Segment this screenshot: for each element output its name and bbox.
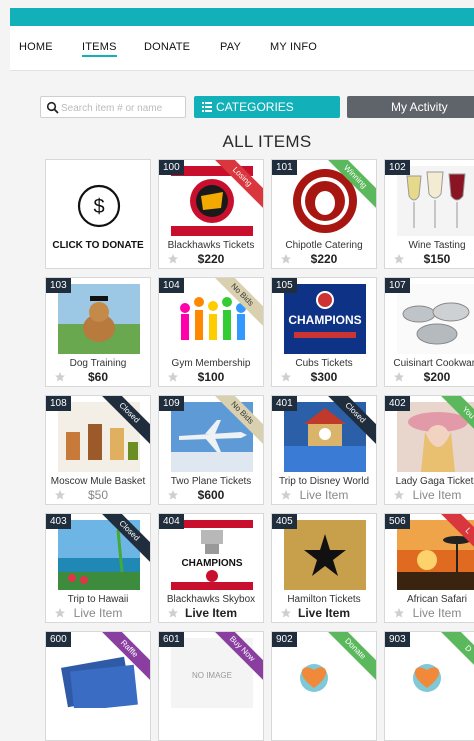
item-title: Cubs Tickets	[295, 358, 353, 369]
search-icon	[46, 101, 59, 114]
item-title: Two Plane Tickets	[170, 476, 252, 487]
item-number-badge: 104	[159, 278, 184, 293]
item-image[interactable]: CHAMPIONS	[284, 284, 366, 354]
item-title: Hamilton Tickets	[287, 594, 361, 605]
item-card[interactable]: 404 CHAMPIONS Blackhawks Skybox Live Item	[158, 513, 264, 623]
item-title: Wine Tasting	[408, 240, 466, 251]
item-image[interactable]	[58, 284, 140, 354]
item-number-badge: 600	[46, 632, 71, 647]
favorite-star-icon[interactable]	[54, 371, 66, 383]
item-card[interactable]: 105 CHAMPIONS Cubs Tickets $300	[271, 277, 377, 387]
item-image[interactable]	[397, 166, 474, 236]
item-title: Trip to Hawaii	[67, 594, 129, 605]
item-number-badge: 101	[272, 160, 297, 175]
item-number-badge: 404	[159, 514, 184, 529]
item-title: Gym Membership	[171, 358, 251, 369]
item-card[interactable]: 107 Cuisinart Cookware $200	[384, 277, 474, 387]
item-card[interactable]: 108 Closed Moscow Mule Basket $50	[45, 395, 151, 505]
nav-pay[interactable]: PAY	[220, 41, 241, 53]
item-card[interactable]: 506 L African Safari Live Item	[384, 513, 474, 623]
item-number-badge: 108	[46, 396, 71, 411]
item-card[interactable]: 103 Dog Training $60	[45, 277, 151, 387]
item-title: Lady Gaga Tickets	[395, 476, 474, 487]
item-card[interactable]: 600 Raffle	[45, 631, 151, 741]
item-number-badge: 107	[385, 278, 410, 293]
no-image-text: NO IMAGE	[192, 671, 232, 680]
favorite-star-icon[interactable]	[167, 607, 179, 619]
item-card[interactable]: 903 D	[384, 631, 474, 741]
item-number-badge: 105	[272, 278, 297, 293]
item-title: Trip to Disney World	[278, 476, 370, 487]
favorite-star-icon[interactable]	[54, 489, 66, 501]
favorite-star-icon[interactable]	[393, 253, 405, 265]
categories-button[interactable]: CATEGORIES	[194, 96, 340, 118]
search-input[interactable]	[59, 99, 187, 117]
item-number-badge: 403	[46, 514, 71, 529]
item-card[interactable]: 402 You Lady Gaga Tickets Live Item	[384, 395, 474, 505]
nav-items[interactable]: ITEMS	[82, 41, 117, 57]
item-number-badge: 903	[385, 632, 410, 647]
donate-card-label: CLICK TO DONATE	[52, 240, 144, 251]
item-card[interactable]: 100 Losing Blackhawks Tickets $220	[158, 159, 264, 269]
donate-card[interactable]: $ CLICK TO DONATE	[45, 159, 151, 269]
svg-text:CHAMPIONS: CHAMPIONS	[288, 313, 361, 327]
item-title: Blackhawks Skybox	[166, 594, 256, 605]
favorite-star-icon[interactable]	[393, 607, 405, 619]
page-title: ALL ITEMS	[222, 132, 312, 151]
item-card[interactable]: 601 NO IMAGE Buy Now	[158, 631, 264, 741]
dollar-circle-icon: $	[77, 184, 121, 228]
svg-text:$: $	[93, 196, 104, 218]
nav-my-info[interactable]: MY INFO	[270, 41, 317, 53]
item-number-badge: 100	[159, 160, 184, 175]
favorite-star-icon[interactable]	[393, 371, 405, 383]
item-number-badge: 506	[385, 514, 410, 529]
list-icon	[202, 102, 212, 112]
item-card[interactable]: 405 Hamilton Tickets Live Item	[271, 513, 377, 623]
item-card[interactable]: 401 Closed Trip to Disney World Live Item	[271, 395, 377, 505]
item-card[interactable]: 102 Wine Tasting $150	[384, 159, 474, 269]
item-title: Blackhawks Tickets	[167, 240, 255, 251]
item-title: African Safari	[406, 594, 468, 605]
nav-home[interactable]: HOME	[19, 41, 53, 53]
item-number-badge: 401	[272, 396, 297, 411]
item-number-badge: 102	[385, 160, 410, 175]
my-activity-button[interactable]: My Activity	[347, 96, 474, 118]
favorite-star-icon[interactable]	[280, 607, 292, 619]
item-image[interactable]	[284, 520, 366, 590]
item-image[interactable]: CHAMPIONS	[171, 520, 253, 590]
item-number-badge: 109	[159, 396, 184, 411]
favorite-star-icon[interactable]	[54, 607, 66, 619]
item-title: Cuisinart Cookware	[393, 358, 474, 369]
item-number-badge: 902	[272, 632, 297, 647]
item-image[interactable]	[397, 284, 474, 354]
nav-donate[interactable]: DONATE	[144, 41, 190, 53]
favorite-star-icon[interactable]	[393, 489, 405, 501]
search-box	[40, 96, 187, 118]
top-accent-bar	[10, 8, 474, 26]
item-card[interactable]: 104 No Bids Gym Membership $100	[158, 277, 264, 387]
item-card[interactable]: 101 Winning Chipotle Catering $220	[271, 159, 377, 269]
item-number-badge: 402	[385, 396, 410, 411]
item-title: Dog Training	[69, 358, 127, 369]
svg-text:CHAMPIONS: CHAMPIONS	[181, 558, 242, 569]
item-title: Moscow Mule Basket	[50, 476, 146, 487]
favorite-star-icon[interactable]	[167, 371, 179, 383]
my-activity-label: My Activity	[391, 100, 448, 114]
item-number-badge: 103	[46, 278, 71, 293]
item-number-badge: 601	[159, 632, 184, 647]
favorite-star-icon[interactable]	[167, 253, 179, 265]
item-card[interactable]: 902 Donate	[271, 631, 377, 741]
favorite-star-icon[interactable]	[280, 371, 292, 383]
item-title: Chipotle Catering	[285, 240, 363, 251]
favorite-star-icon[interactable]	[167, 489, 179, 501]
item-card[interactable]: 109 No Bids Two Plane Tickets $600	[158, 395, 264, 505]
item-number-badge: 405	[272, 514, 297, 529]
favorite-star-icon[interactable]	[280, 489, 292, 501]
main-nav: HOME ITEMS DONATE PAY MY INFO	[10, 26, 474, 71]
categories-label: CATEGORIES	[216, 100, 294, 114]
item-card[interactable]: 403 Closed Trip to Hawaii Live Item	[45, 513, 151, 623]
favorite-star-icon[interactable]	[280, 253, 292, 265]
